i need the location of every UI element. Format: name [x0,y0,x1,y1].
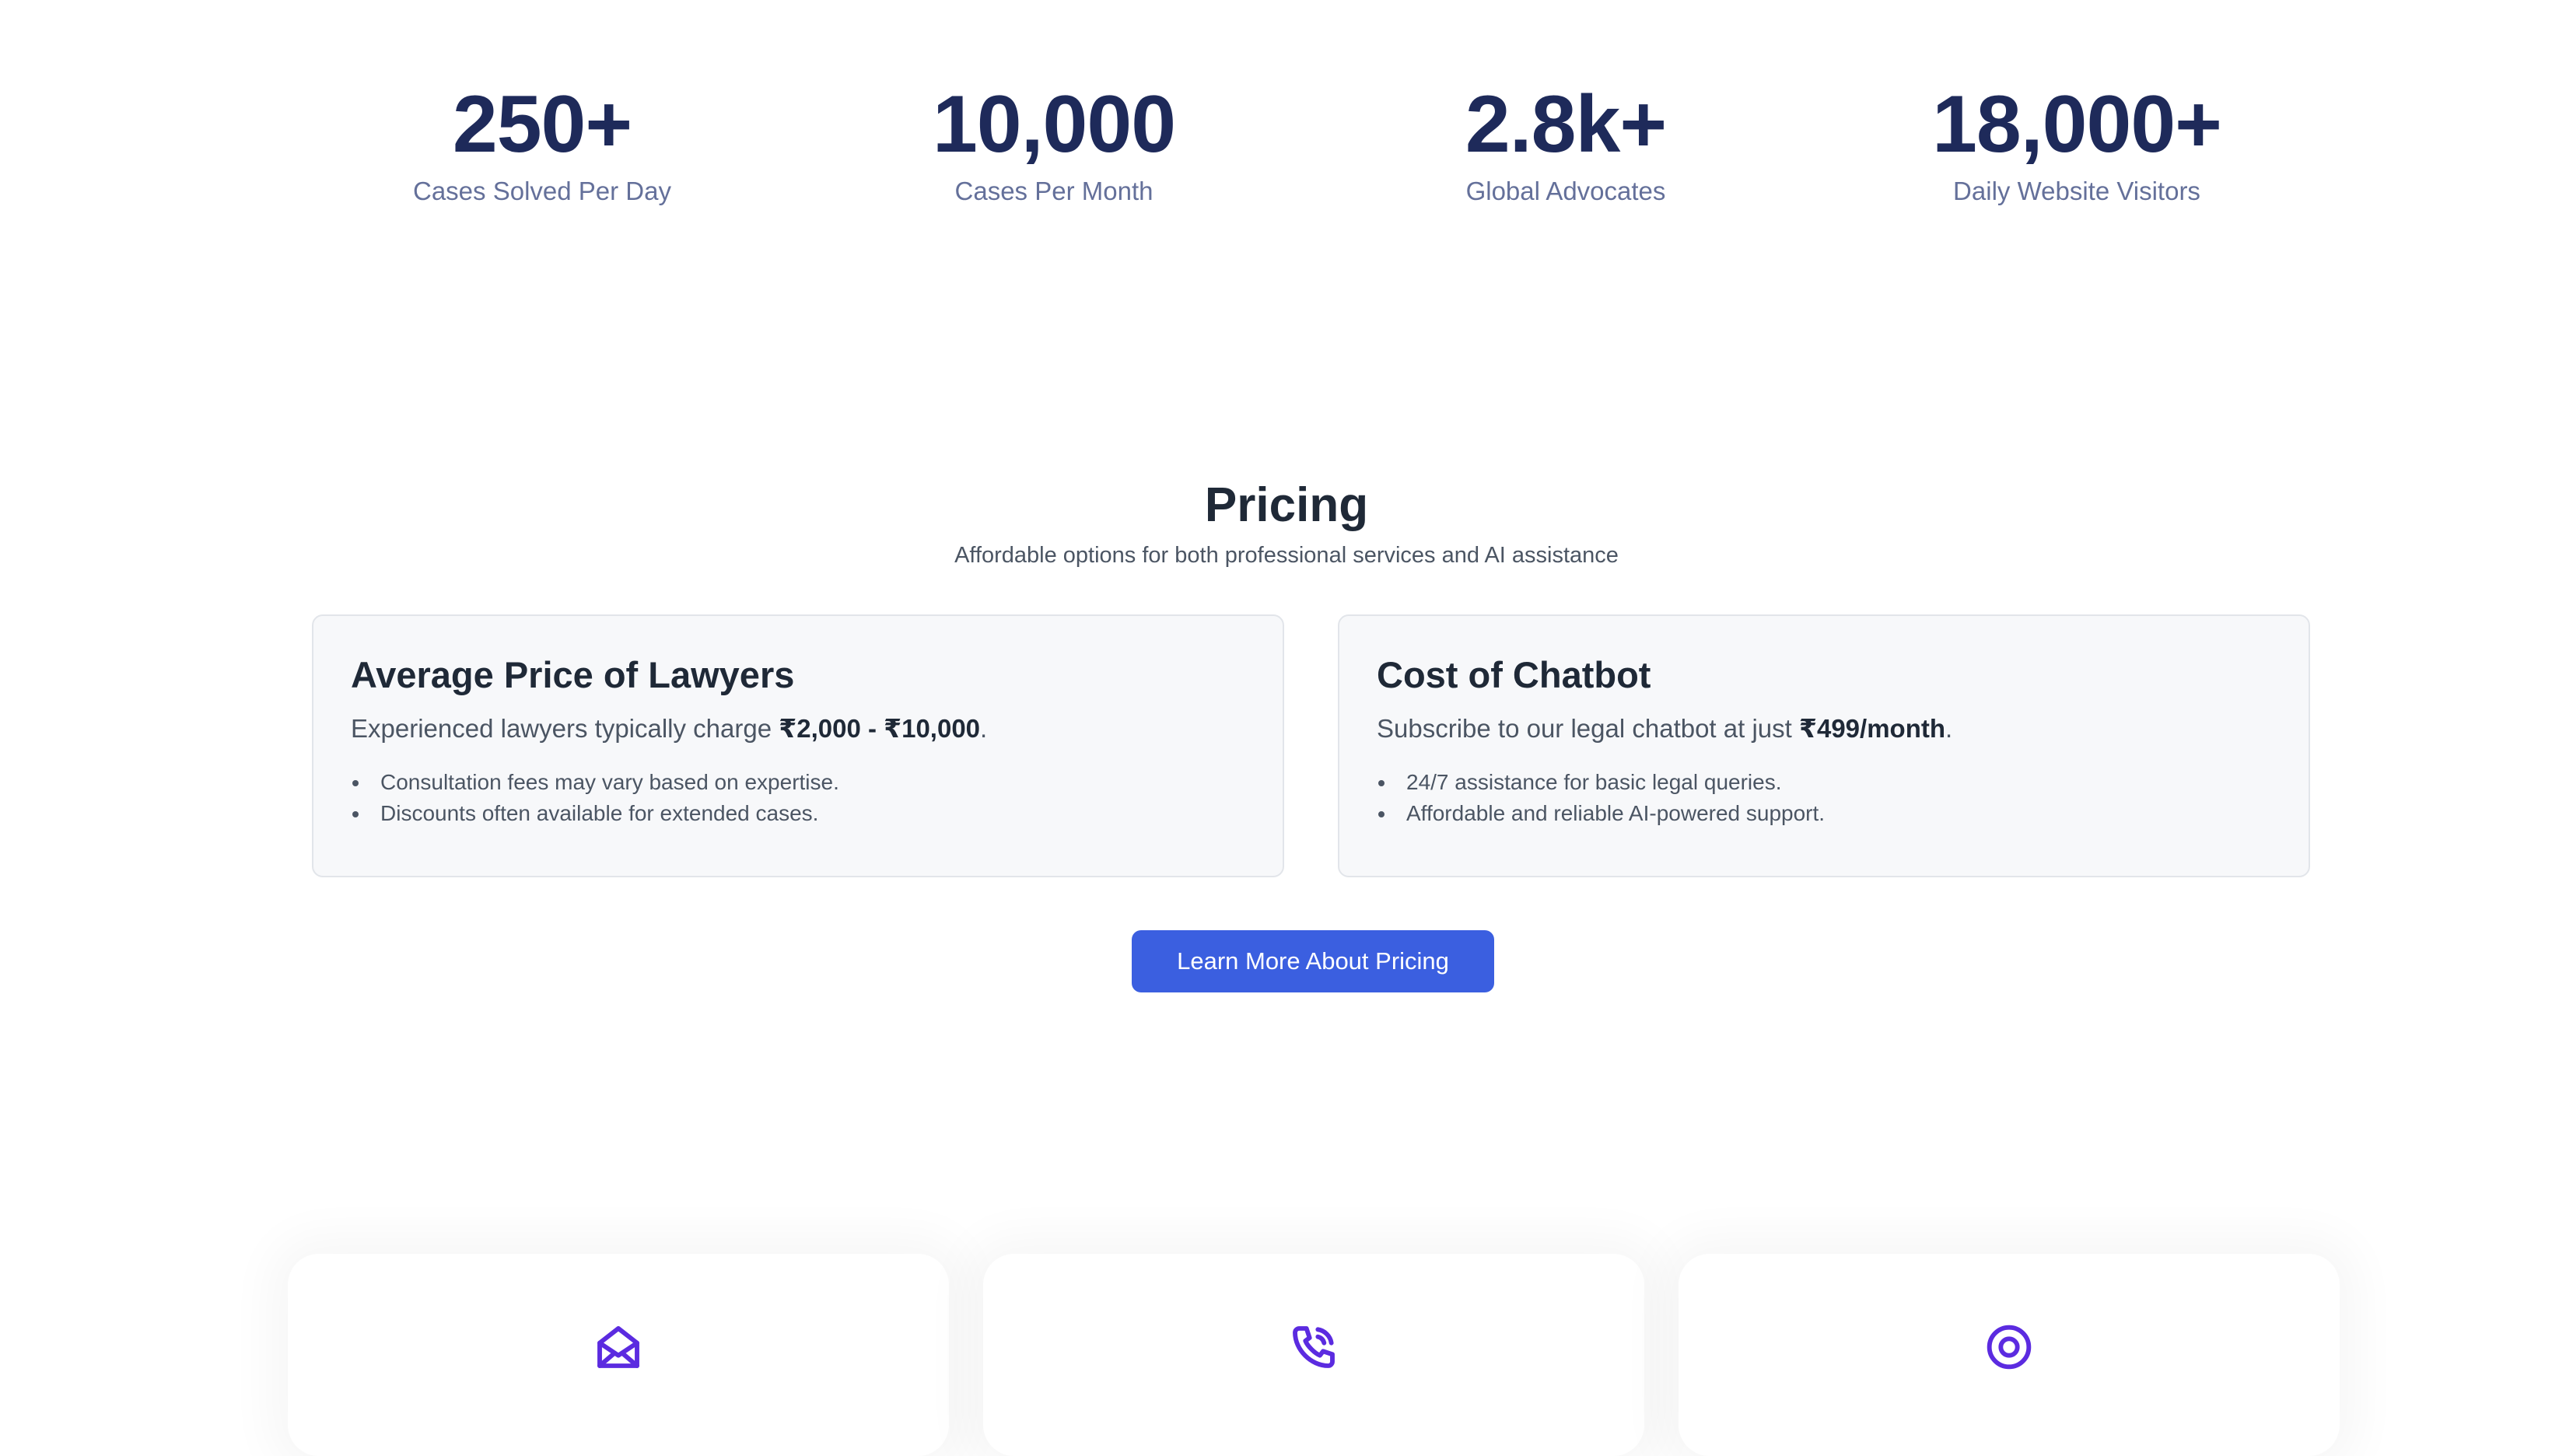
stat-cases-per-day: 250+ Cases Solved Per Day [301,78,783,208]
pricing-subtitle: Affordable options for both professional… [954,543,1619,568]
stat-value: 10,000 [932,79,1176,170]
list-item: Discounts often available for extended c… [351,798,1245,829]
pricing-title: Pricing [1204,478,1369,532]
mail-open-icon [593,1322,643,1372]
stat-label: Cases Per Month [954,177,1153,205]
pricing-card-lawyers: Average Price of Lawyers Experienced law… [312,614,1284,877]
card-price-highlight: ₹499/month [1799,714,1945,743]
phone-call-icon [1289,1322,1339,1372]
card-description-end: . [980,714,988,743]
list-item: Consultation fees may vary based on expe… [351,767,1245,798]
location-target-icon [1984,1322,2034,1372]
stats-section: 250+ Cases Solved Per Day 10,000 Cases P… [0,78,2573,218]
card-title: Average Price of Lawyers [351,654,795,695]
pricing-header: Pricing Affordable options for both prof… [0,474,2573,571]
stat-value: 250+ [452,79,632,170]
stat-daily-visitors: 18,000+ Daily Website Visitors [1836,78,2318,208]
stat-global-advocates: 2.8k+ Global Advocates [1325,78,1807,208]
list-item: 24/7 assistance for basic legal queries. [1377,767,2271,798]
card-description-end: . [1945,714,1953,743]
contact-card-location[interactable] [1679,1254,2340,1456]
pricing-card-chatbot: Cost of Chatbot Subscribe to our legal c… [1338,614,2310,877]
card-title: Cost of Chatbot [1377,654,1651,695]
contact-card-phone[interactable] [983,1254,1644,1456]
stat-cases-per-month: 10,000 Cases Per Month [813,78,1295,208]
stat-value: 18,000+ [1932,79,2222,170]
card-bullet-list: Consultation fees may vary based on expe… [351,767,1245,829]
contact-card-email[interactable] [288,1254,949,1456]
card-description-text: Experienced lawyers typically charge [351,714,779,743]
stat-value: 2.8k+ [1465,79,1667,170]
learn-more-pricing-button[interactable]: Learn More About Pricing [1132,930,1494,992]
card-description-text: Subscribe to our legal chatbot at just [1377,714,1799,743]
card-description: Experienced lawyers typically charge ₹2,… [351,711,1245,747]
stat-label: Daily Website Visitors [1953,177,2200,205]
list-item: Affordable and reliable AI-powered suppo… [1377,798,2271,829]
stat-label: Global Advocates [1465,177,1666,205]
card-description: Subscribe to our legal chatbot at just ₹… [1377,711,2271,747]
stat-label: Cases Solved Per Day [413,177,671,205]
card-price-highlight: ₹2,000 - ₹10,000 [779,714,981,743]
card-bullet-list: 24/7 assistance for basic legal queries.… [1377,767,2271,829]
